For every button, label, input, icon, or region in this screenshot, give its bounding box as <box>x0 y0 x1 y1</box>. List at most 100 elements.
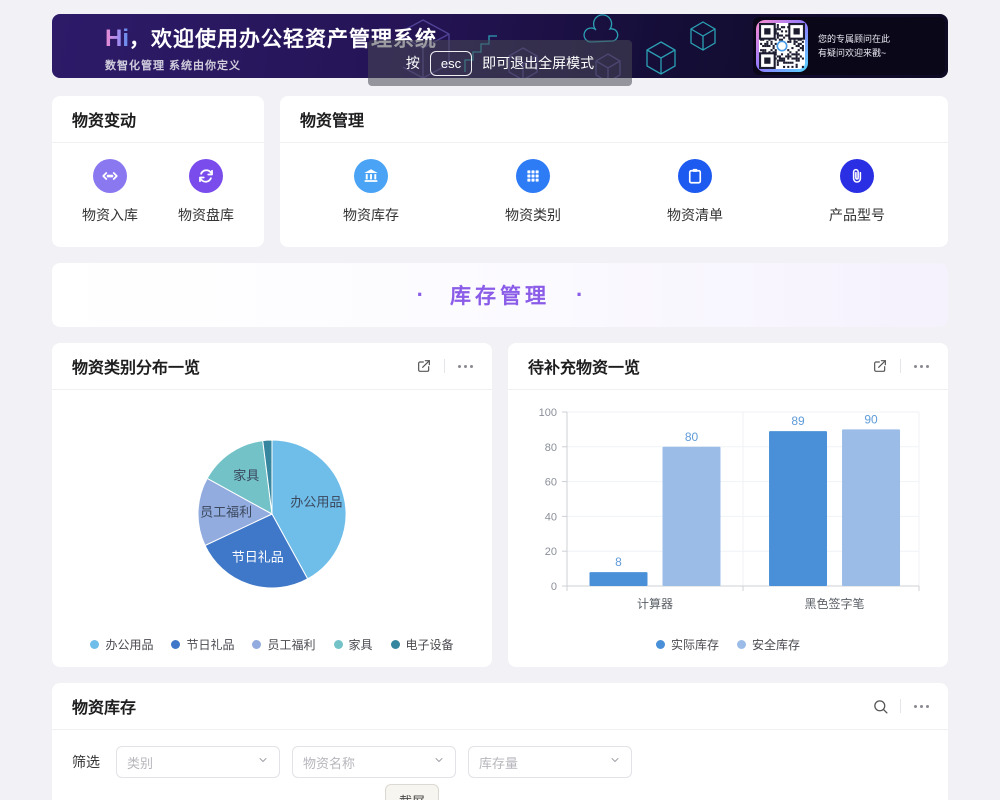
legend-dot <box>171 640 180 649</box>
fullscreen-exit-toast: 按 esc 即可退出全屏模式 <box>368 40 632 86</box>
divider <box>444 359 445 373</box>
open-external-icon[interactable] <box>869 355 891 377</box>
screenshot-button[interactable]: 截屏 <box>385 784 439 800</box>
filter-label: 筛选 <box>72 752 100 772</box>
select-placeholder: 类别 <box>127 753 257 772</box>
svg-text:8: 8 <box>615 555 622 569</box>
toast-prefix: 按 <box>406 53 420 73</box>
asset-change-card: 物资变动 物资入库 <box>52 96 264 247</box>
svg-text:办公用品: 办公用品 <box>290 495 342 510</box>
more-options-icon[interactable] <box>454 355 476 377</box>
chevron-down-icon <box>433 753 445 771</box>
bar-card-title: 待补充物资一览 <box>528 354 640 378</box>
svg-text:40: 40 <box>545 511 557 523</box>
legend-dot <box>252 640 261 649</box>
pie-chart: 办公用品节日礼品 员工福利 家具 <box>52 390 492 630</box>
category-distribution-card: 物资类别分布一览 办公用品节日礼品员工福利家具 办公用品节日礼品员工福利家具电子… <box>52 343 492 667</box>
asset-manage-title: 物资管理 <box>300 107 364 131</box>
bar-legend[interactable]: 实际库存 安全库存 <box>508 630 948 667</box>
sync-icon <box>189 159 223 193</box>
stock-amount-select[interactable]: 库存量 <box>468 746 632 778</box>
legend-label: 员工福利 <box>267 636 315 653</box>
tile-asset-category[interactable]: 物资类别 <box>505 159 561 225</box>
legend-item[interactable]: 办公用品 <box>90 636 153 653</box>
legend-dot <box>90 640 99 649</box>
esc-key-badge: esc <box>430 51 472 76</box>
select-placeholder: 库存量 <box>479 753 609 772</box>
legend-item[interactable]: 节日礼品 <box>171 636 234 653</box>
select-placeholder: 物资名称 <box>303 753 433 772</box>
inventory-section-banner: · 库存管理 · <box>52 263 948 327</box>
section-title: 库存管理 <box>450 280 550 310</box>
asset-manage-card: 物资管理 物资库存 <box>280 96 948 247</box>
legend-item[interactable]: 安全库存 <box>737 636 800 653</box>
welcome-banner: Hi，欢迎使用办公轻资产管理系统 数智化管理 系统由你定义 您的专属顾问在此 有… <box>52 14 948 78</box>
restock-needed-card: 待补充物资一览 020406080100880计算器8990黑色签字笔 实际库存… <box>508 343 948 667</box>
tile-asset-inbound[interactable]: 物资入库 <box>82 159 138 225</box>
legend-label: 家具 <box>349 636 373 653</box>
svg-text:80: 80 <box>545 442 557 454</box>
svg-text:60: 60 <box>545 477 557 489</box>
legend-dot <box>656 640 665 649</box>
asset-name-select[interactable]: 物资名称 <box>292 746 456 778</box>
tile-asset-stock[interactable]: 物资库存 <box>343 159 399 225</box>
svg-text:80: 80 <box>685 430 699 444</box>
tile-label: 物资库存 <box>343 205 399 225</box>
paperclip-icon <box>840 159 874 193</box>
legend-label: 节日礼品 <box>186 636 234 653</box>
pie-legend[interactable]: 办公用品 节日礼品 员工福利 家具 电子设备 <box>52 630 492 667</box>
legend-label: 安全库存 <box>752 636 800 653</box>
inventory-title: 物资库存 <box>72 694 136 718</box>
tile-asset-list[interactable]: 物资清单 <box>667 159 723 225</box>
divider <box>900 359 901 373</box>
bank-icon <box>354 159 388 193</box>
qr-caption: 您的专属顾问在此 有疑问欢迎来戳~ <box>818 32 890 60</box>
tile-asset-stocktake[interactable]: 物资盘库 <box>178 159 234 225</box>
svg-text:家具: 家具 <box>233 468 259 483</box>
legend-label: 电子设备 <box>406 636 454 653</box>
toast-suffix: 即可退出全屏模式 <box>482 53 594 73</box>
bar-chart: 020406080100880计算器8990黑色签字笔 <box>508 390 948 630</box>
tile-label: 物资入库 <box>82 205 138 225</box>
chevron-down-icon <box>257 753 269 771</box>
chevron-down-icon <box>609 753 621 771</box>
dashboard-page: Hi，欢迎使用办公轻资产管理系统 数智化管理 系统由你定义 您的专属顾问在此 有… <box>0 0 1000 800</box>
svg-text:节日礼品: 节日礼品 <box>232 550 284 565</box>
section-dot-right: · <box>576 282 583 308</box>
open-external-icon[interactable] <box>413 355 435 377</box>
svg-text:员工福利: 员工福利 <box>200 505 252 520</box>
legend-item[interactable]: 家具 <box>334 636 373 653</box>
svg-text:20: 20 <box>545 546 557 558</box>
qr-caption-line2: 有疑问欢迎来戳~ <box>818 46 890 60</box>
tile-label: 物资类别 <box>505 205 561 225</box>
svg-text:90: 90 <box>864 412 878 426</box>
legend-dot <box>391 640 400 649</box>
legend-dot <box>334 640 343 649</box>
legend-label: 实际库存 <box>671 636 719 653</box>
clipboard-icon <box>678 159 712 193</box>
qr-code <box>756 20 808 72</box>
divider <box>900 699 901 713</box>
code-arrows-icon <box>93 159 127 193</box>
greeting-hi: Hi <box>105 25 129 53</box>
section-dot-left: · <box>417 282 424 308</box>
more-options-icon[interactable] <box>910 355 932 377</box>
svg-text:计算器: 计算器 <box>637 596 673 611</box>
more-options-icon[interactable] <box>910 695 932 717</box>
grid-icon <box>516 159 550 193</box>
tile-label: 产品型号 <box>829 205 885 225</box>
qr-caption-line1: 您的专属顾问在此 <box>818 32 890 46</box>
legend-item[interactable]: 员工福利 <box>252 636 315 653</box>
asset-change-title: 物资变动 <box>72 107 136 131</box>
consultant-qr-panel: 您的专属顾问在此 有疑问欢迎来戳~ <box>753 17 945 75</box>
legend-dot <box>737 640 746 649</box>
legend-item[interactable]: 实际库存 <box>656 636 719 653</box>
tile-product-model[interactable]: 产品型号 <box>829 159 885 225</box>
legend-item[interactable]: 电子设备 <box>391 636 454 653</box>
svg-text:黑色签字笔: 黑色签字笔 <box>805 596 865 611</box>
asset-stock-card: 物资库存 筛选 类别 物资名称 <box>52 683 948 800</box>
legend-label: 办公用品 <box>105 636 153 653</box>
svg-text:89: 89 <box>791 414 805 428</box>
search-icon[interactable] <box>869 695 891 717</box>
category-select[interactable]: 类别 <box>116 746 280 778</box>
